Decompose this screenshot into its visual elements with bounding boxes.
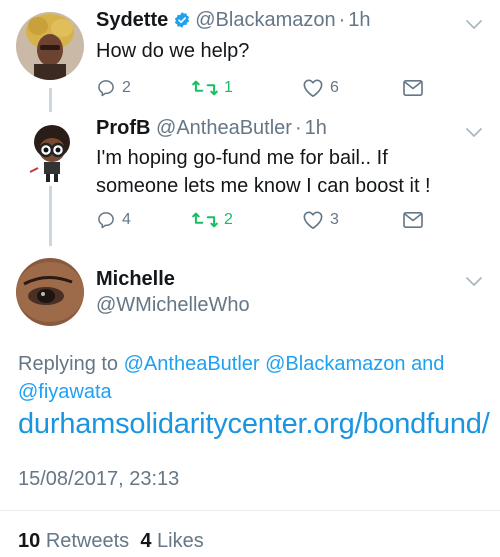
reply-button[interactable]: 4 <box>96 208 131 232</box>
tweet-link[interactable]: durhamsolidaritycenter.org/bondfund/ <box>18 408 490 441</box>
retweet-button[interactable]: 2 <box>192 208 233 232</box>
thread-line-2 <box>49 186 52 246</box>
retweet-button[interactable]: 1 <box>192 76 233 100</box>
tweet-text-line: someone lets me know I can boost it ! <box>96 175 431 197</box>
author-name[interactable]: Sydette <box>96 9 168 31</box>
mention-link[interactable]: @Blackamazon <box>265 353 405 375</box>
tweet-text-line: I'm hoping go-fund me for bail.. If <box>96 147 388 169</box>
retweet-icon <box>192 80 218 96</box>
avatar-sydette[interactable] <box>16 12 84 80</box>
retweet-count: 2 <box>224 211 233 228</box>
like-button[interactable]: 3 <box>302 208 339 232</box>
tweet-actions-1: 2 1 6 <box>96 76 436 100</box>
replying-to: Replying to @AntheaButler @Blackamazon a… <box>18 350 488 406</box>
divider <box>0 510 500 511</box>
like-button[interactable]: 6 <box>302 76 339 100</box>
tweet-stats: 10 Retweets 4 Likes <box>18 530 204 553</box>
retweet-count: 1 <box>224 79 233 96</box>
separator: · <box>338 9 346 31</box>
tweet-header-1: Sydette @Blackamazon · 1h <box>96 9 371 35</box>
replying-prefix: Replying to <box>18 353 119 375</box>
verified-badge-icon <box>173 11 191 35</box>
retweet-total: 10 <box>18 530 41 552</box>
tweet-timestamp[interactable]: 15/08/2017, 23:13 <box>18 468 179 491</box>
like-total: 4 <box>140 530 152 552</box>
like-icon <box>303 211 323 229</box>
thread-line-1 <box>49 88 52 112</box>
reply-count: 4 <box>122 211 131 228</box>
tweet-text: How do we help? <box>96 40 250 62</box>
likes-label: Likes <box>157 530 204 552</box>
separator: · <box>294 117 302 139</box>
direct-message-icon <box>403 211 423 229</box>
retweet-icon <box>192 212 218 228</box>
author-name[interactable]: ProfB <box>96 117 150 139</box>
like-count: 3 <box>330 211 339 228</box>
mention-link[interactable]: @AntheaButler <box>124 353 260 375</box>
tweet-time[interactable]: 1h <box>305 117 327 139</box>
avatar-michelle[interactable] <box>16 258 84 326</box>
retweets-stat[interactable]: 10 Retweets <box>18 530 129 552</box>
chevron-down-icon[interactable] <box>464 271 484 291</box>
likes-stat[interactable]: 4 Likes <box>140 530 203 552</box>
like-icon <box>303 79 323 97</box>
reply-icon <box>98 212 114 229</box>
author-name[interactable]: Michelle <box>96 268 175 291</box>
tweet-header-2: ProfB @AntheaButler · 1h <box>96 117 327 140</box>
direct-message-icon <box>403 79 423 97</box>
retweets-label: Retweets <box>45 530 130 552</box>
mention-and[interactable]: and <box>411 353 444 375</box>
like-count: 6 <box>330 79 339 96</box>
tweet-actions-2: 4 2 3 <box>96 208 436 232</box>
author-handle[interactable]: @Blackamazon <box>195 9 335 31</box>
chevron-down-icon[interactable] <box>464 14 484 34</box>
direct-message-button[interactable] <box>402 76 430 100</box>
chevron-down-icon[interactable] <box>464 122 484 142</box>
tweet-time[interactable]: 1h <box>348 9 370 31</box>
reply-button[interactable]: 2 <box>96 76 131 100</box>
author-handle[interactable]: @WMichelleWho <box>96 294 250 317</box>
reply-icon <box>98 80 114 97</box>
author-handle[interactable]: @AntheaButler <box>156 117 292 139</box>
avatar-profb[interactable] <box>22 120 80 184</box>
direct-message-button[interactable] <box>402 208 430 232</box>
reply-count: 2 <box>122 79 131 96</box>
tweet-text: I'm hoping go-fund me for bail.. If some… <box>96 144 476 200</box>
mention-link[interactable]: @fiyawata <box>18 381 112 403</box>
